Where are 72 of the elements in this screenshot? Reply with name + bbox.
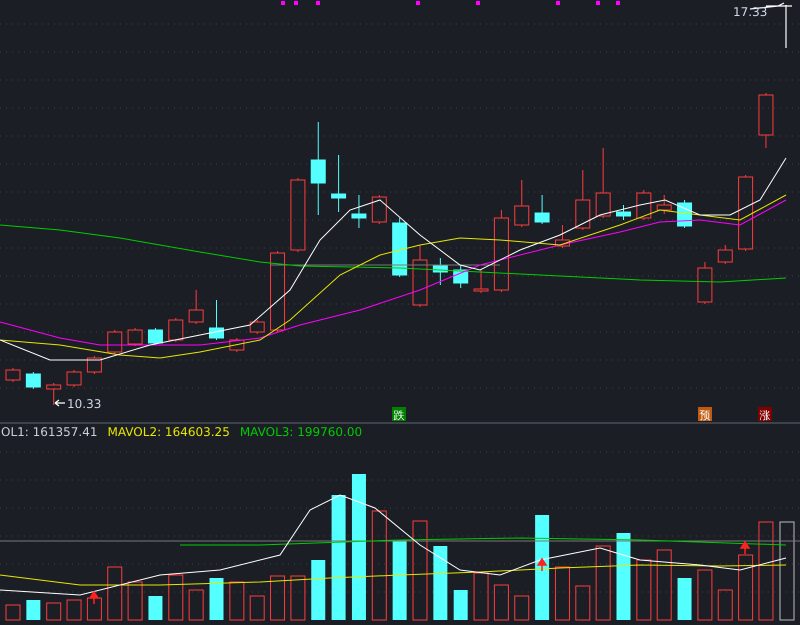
volume-bar: [128, 582, 143, 620]
signal-tag: 预: [698, 407, 712, 422]
volume-bar: [678, 578, 692, 620]
candlestick: [372, 194, 387, 224]
candlestick: [514, 180, 530, 228]
candlestick: [168, 318, 184, 342]
arrow-up-icon: [740, 540, 750, 555]
indicator-value: OL1: 161357.41: [1, 425, 98, 439]
candlestick: [575, 170, 590, 230]
volume-bar: [46, 602, 62, 620]
candlestick: [188, 290, 204, 324]
candlestick: [636, 190, 652, 220]
candlestick: [107, 330, 122, 354]
signal-tag: 跌: [392, 407, 406, 422]
candlestick: [128, 328, 143, 346]
volume-bar: [210, 578, 224, 620]
candlestick: [46, 382, 62, 406]
volume-bar: [168, 574, 184, 620]
candlestick: [554, 224, 570, 248]
volume-bar: [656, 550, 672, 620]
volume-bar: [86, 598, 102, 620]
volume-bar: [290, 576, 306, 620]
candlestick: [718, 244, 733, 264]
volume-bar: [26, 600, 40, 620]
volume-bar: [738, 554, 754, 620]
arrow-up-icon: [89, 590, 99, 605]
candlestick: [250, 320, 265, 334]
volume-bar: [6, 604, 20, 620]
candlestick: [66, 370, 82, 388]
price-label: 10.33: [67, 397, 102, 411]
candlestick: [432, 258, 448, 286]
volume-bar: [66, 600, 82, 620]
candlestick: [596, 148, 611, 218]
candlestick: [412, 244, 428, 308]
candlestick: [209, 300, 224, 340]
candlestick: [331, 154, 346, 212]
candlestick: [616, 204, 631, 220]
indicator-value: MAVOL2: 164603.25: [108, 425, 230, 439]
volume-bar: [514, 596, 530, 620]
volume-bar: [474, 572, 489, 620]
volume-bar: [636, 560, 652, 620]
volume-bar: [454, 590, 468, 620]
volume-bar: [250, 596, 265, 620]
volume-bar: [718, 590, 733, 620]
candlestick: [453, 264, 468, 288]
candlestick: [6, 368, 20, 382]
price-label: 17.33: [733, 5, 768, 19]
volume-bar: [229, 582, 244, 620]
candlestick: [229, 338, 244, 352]
arrow-up-icon: [537, 558, 547, 572]
volume-bar: [188, 590, 204, 620]
candlestick: [148, 328, 163, 346]
volume-bar: [270, 576, 286, 620]
volume-bar: [311, 560, 326, 620]
volume-bar: [148, 596, 162, 620]
volume-bar: [697, 570, 712, 620]
indicator-value: MAVOL3: 199760.00: [240, 425, 362, 439]
candlestick: [351, 194, 366, 228]
candlestick: [26, 372, 41, 390]
candlestick: [474, 270, 489, 294]
candlestick: [697, 262, 712, 304]
volume-bar: [107, 566, 122, 620]
volume-bar: [494, 584, 509, 620]
volume-bar: [575, 586, 590, 620]
arrow-icon: [54, 399, 66, 407]
candlestick: [758, 92, 774, 148]
candlestick: [656, 194, 672, 214]
signal-tag: 涨: [758, 407, 772, 422]
candlestick: [534, 194, 550, 224]
candlestick: [86, 356, 102, 374]
candlestick: [392, 218, 408, 278]
volume-bar: [554, 566, 570, 620]
